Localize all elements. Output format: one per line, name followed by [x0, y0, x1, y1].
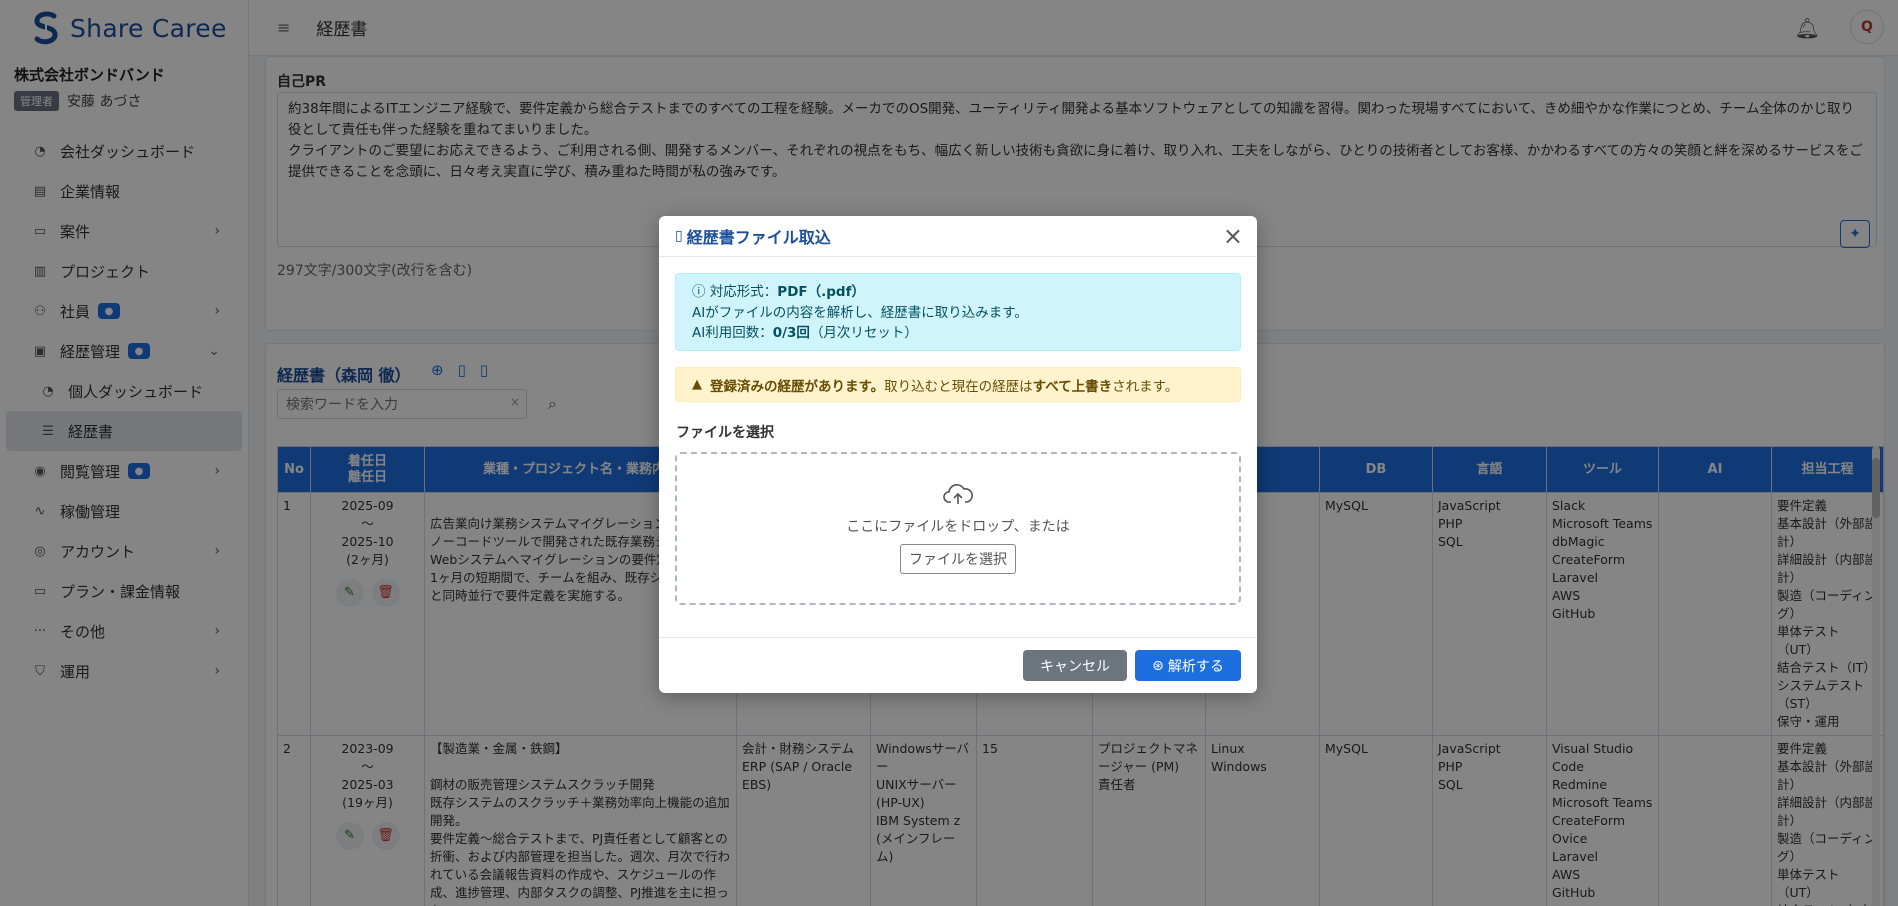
info-description: AIがファイルの内容を解析し、経歴書に取り込みます。	[692, 304, 1028, 321]
info-usage-label: AI利用回数：	[692, 325, 773, 341]
drop-zone-text: ここにファイルをドロップ、または	[846, 519, 1070, 535]
info-usage-note: （月次リセット）	[809, 325, 918, 341]
close-icon[interactable]: ×	[1223, 222, 1243, 250]
info-format-value: PDF（.pdf）	[777, 284, 865, 300]
warning-triangle-icon: ▲	[692, 377, 702, 392]
warning-title: 登録済みの経歴があります。	[710, 378, 885, 395]
analyze-button-label: 解析する	[1167, 658, 1224, 675]
info-alert: ⓘ 対応形式：PDF（.pdf） AIがファイルの内容を解析し、経歴書に取り込み…	[675, 273, 1241, 351]
cloud-upload-icon	[943, 484, 973, 504]
warning-emphasis: すべて上書き	[1032, 378, 1113, 395]
file-drop-zone[interactable]: ここにファイルをドロップ、または ファイルを選択	[675, 452, 1241, 605]
info-icon: ⓘ	[692, 284, 706, 300]
warning-text: 取り込むと現在の経歴は	[884, 378, 1033, 395]
modal-title: 経歴書ファイル取込	[686, 228, 831, 247]
warning-text-end: されます。	[1112, 378, 1179, 395]
analyze-button[interactable]: ⊛ 解析する	[1135, 650, 1241, 681]
modal-header: ▯ 経歴書ファイル取込 ×	[659, 216, 1257, 257]
file-select-label: ファイルを選択	[676, 425, 774, 441]
choose-file-button[interactable]: ファイルを選択	[900, 544, 1016, 574]
info-usage-value: 0/3回	[772, 325, 810, 341]
ai-chip-icon: ⊛	[1152, 657, 1164, 674]
file-import-icon: ▯	[675, 228, 683, 244]
info-format-label: 対応形式：	[709, 284, 778, 300]
cancel-button[interactable]: キャンセル	[1023, 650, 1127, 681]
modal-footer: キャンセル ⊛ 解析する	[659, 637, 1257, 693]
warning-alert: ▲ 登録済みの経歴があります。 取り込むと現在の経歴は すべて上書き されます。	[675, 367, 1241, 402]
import-modal: ▯ 経歴書ファイル取込 × ⓘ 対応形式：PDF（.pdf） AIがファイルの内…	[659, 216, 1257, 693]
